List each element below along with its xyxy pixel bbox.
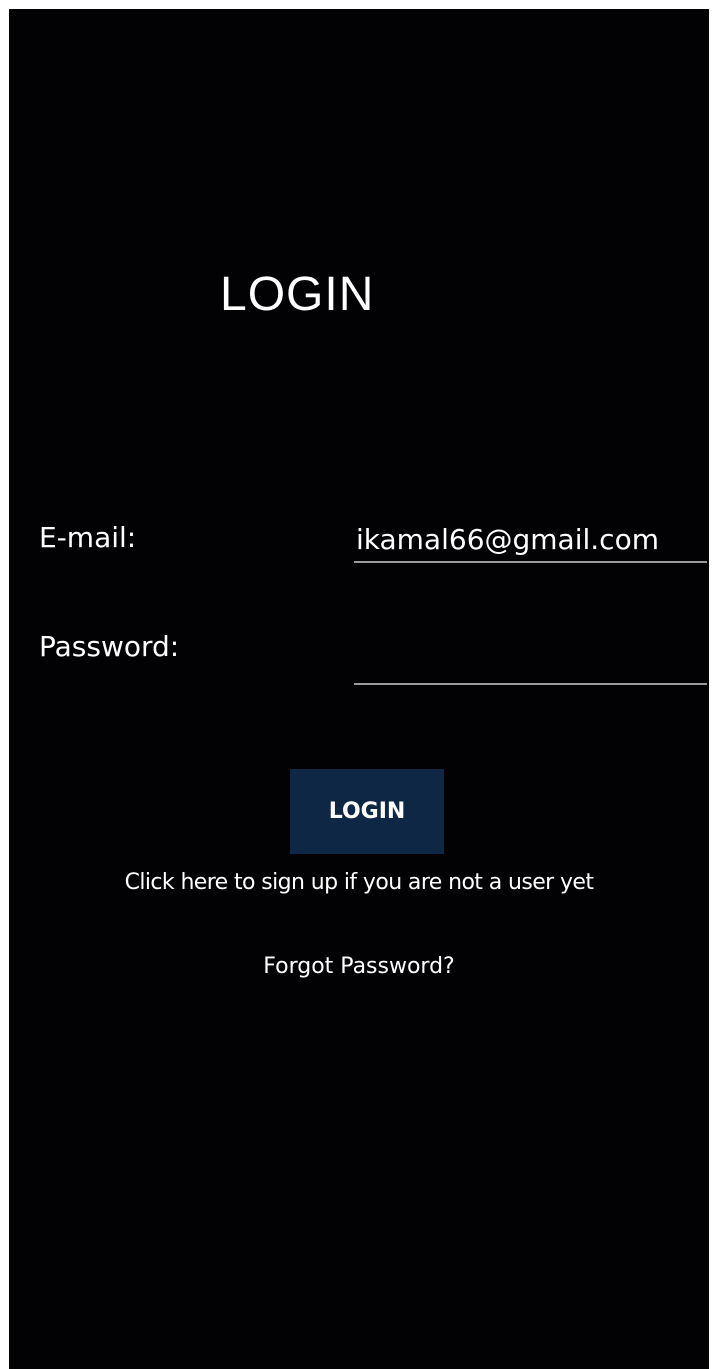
login-button[interactable]: LOGIN <box>290 769 444 854</box>
login-screen: LOGIN E-mail: Password: LOGIN Click here… <box>9 9 709 1369</box>
page-title: LOGIN <box>220 268 375 321</box>
email-label: E-mail: <box>39 521 137 554</box>
password-label: Password: <box>39 630 180 663</box>
signup-link[interactable]: Click here to sign up if you are not a u… <box>9 870 709 895</box>
password-field[interactable] <box>354 639 707 685</box>
forgot-password-link[interactable]: Forgot Password? <box>9 954 709 979</box>
email-field[interactable] <box>354 517 707 563</box>
